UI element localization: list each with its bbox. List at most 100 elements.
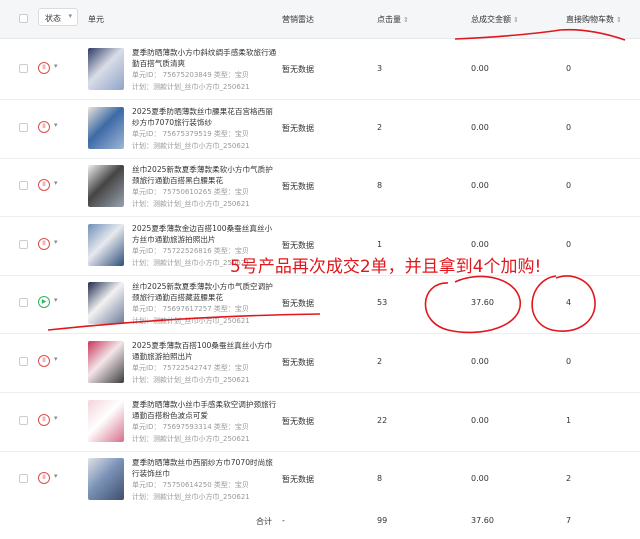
clicks-value: 22 xyxy=(377,415,388,425)
cart-value: 0 xyxy=(566,181,572,191)
gmv-value: 0.00 xyxy=(471,181,489,191)
product-thumbnail[interactable] xyxy=(88,282,124,325)
plan-name: 计划：测款计划_丝巾小方巾_250621 xyxy=(132,434,250,443)
chevron-down-icon[interactable]: ▾ xyxy=(54,414,58,422)
table-row[interactable]: II ▾ 2025夏季防晒薄款丝巾腰果花百宫格西丽纱方巾7070旅行装饰纱 单元ID：… xyxy=(0,99,640,159)
gmv-value: 0.00 xyxy=(471,415,489,425)
sort-icon[interactable]: ⇕ xyxy=(403,16,409,24)
annotation-text: 5号产品再次成交2单，并且拿到4个加购! xyxy=(230,257,542,277)
radar-value: 暂无数据 xyxy=(282,416,314,426)
gmv-value: 0.00 xyxy=(471,474,489,484)
clicks-value: 8 xyxy=(377,474,383,484)
row-checkbox[interactable] xyxy=(19,239,28,249)
gmv-value: 37.60 xyxy=(471,298,494,308)
pause-status-icon[interactable]: II xyxy=(38,413,50,426)
product-title[interactable]: 2025夏季薄款百搭100桑蚕丝真丝小方巾通勤旅游拍照出片 xyxy=(132,340,277,362)
table-row[interactable]: II ▾ 2025夏季薄款百搭100桑蚕丝真丝小方巾通勤旅游拍照出片 单元ID： 75… xyxy=(0,333,640,393)
row-checkbox[interactable] xyxy=(19,298,28,308)
chevron-down-icon[interactable]: ▾ xyxy=(54,121,58,129)
clicks-value: 53 xyxy=(377,298,388,308)
unit-id: 单元ID： 75675203849 类型：宝贝 xyxy=(132,71,249,79)
pause-status-icon[interactable]: II xyxy=(38,237,50,250)
product-thumbnail[interactable] xyxy=(88,458,124,501)
pause-status-icon[interactable]: II xyxy=(38,179,50,192)
chevron-down-icon[interactable]: ▾ xyxy=(54,179,58,187)
gmv-value: 0.00 xyxy=(471,239,489,249)
plan-name: 计划：测款计划_丝巾小方巾_250621 xyxy=(132,83,250,91)
totals-clicks: 99 xyxy=(377,516,388,525)
status-filter-label: 状态 xyxy=(45,14,61,23)
unit-id: 单元ID： 75675379519 类型：宝贝 xyxy=(132,129,249,138)
plan-name: 计划：测款计划_丝巾小方巾_250621 xyxy=(132,376,250,384)
col-header-unit: 单元 xyxy=(88,15,104,24)
row-checkbox[interactable] xyxy=(19,122,28,132)
product-thumbnail[interactable] xyxy=(88,165,124,208)
cart-value: 0 xyxy=(566,64,572,73)
gmv-value: 0.00 xyxy=(471,122,489,132)
product-thumbnail[interactable] xyxy=(88,48,124,90)
row-checkbox[interactable] xyxy=(19,474,28,484)
pause-status-icon[interactable]: II xyxy=(38,355,50,367)
play-status-icon[interactable]: ▶ xyxy=(38,296,50,309)
chevron-down-icon[interactable]: ▾ xyxy=(54,62,58,70)
col-header-clicks[interactable]: 点击量 ⇕ xyxy=(377,14,409,25)
chevron-down-icon[interactable]: ▾ xyxy=(54,296,58,304)
totals-row: 合计 - 99 37.60 7 xyxy=(0,505,640,539)
gmv-value: 0.00 xyxy=(471,64,489,73)
cart-value: 0 xyxy=(566,239,572,249)
select-all-checkbox[interactable] xyxy=(19,14,28,23)
product-title[interactable]: 夏季防晒薄款小丝巾手感柔软空调护颈旅行通勤百搭粉色波点可爱 xyxy=(132,399,277,421)
table-header: 状态 ▾ 单元 营销雷达 点击量 ⇕ 总成交金额 ⇕ 直接购物车数 ⇕ xyxy=(0,0,640,39)
col-header-clicks-label: 点击量 xyxy=(377,15,401,24)
table-row[interactable]: II ▾ 丝巾2025新款夏季薄款柔软小方巾气质护颈旅行通勤百搭黑白腰果花 单元ID：… xyxy=(0,157,640,218)
product-title[interactable]: 2025夏季防晒薄款丝巾腰果花百宫格西丽纱方巾7070旅行装饰纱 xyxy=(132,106,277,128)
chevron-down-icon[interactable]: ▾ xyxy=(54,238,58,246)
row-checkbox[interactable] xyxy=(19,357,28,366)
table-row[interactable]: II ▾ 夏季防晒薄款小方巾斜纹绸手感柔软旅行通勤百搭气质清爽单元ID： 75675… xyxy=(0,40,640,100)
table-row[interactable]: II ▾ 夏季防晒薄款丝巾西丽纱方巾7070时尚旅行装饰丝巾 单元ID： 757506… xyxy=(0,450,640,511)
unit-id: 单元ID： 75697617257 类型：宝贝 xyxy=(132,305,249,314)
sort-icon[interactable]: ⇕ xyxy=(513,16,519,24)
product-thumbnail[interactable] xyxy=(88,341,124,383)
col-header-radar: 营销雷达 xyxy=(282,15,314,24)
radar-value: 暂无数据 xyxy=(282,358,314,367)
col-header-gmv[interactable]: 总成交金额 ⇕ xyxy=(471,14,519,25)
clicks-value: 1 xyxy=(377,239,383,249)
product-thumbnail[interactable] xyxy=(88,106,124,149)
chevron-down-icon: ▾ xyxy=(68,12,72,20)
product-title[interactable]: 丝巾2025新款夏季薄款小方巾气质空调护颈旅行通勤百搭藏蓝腰果花 xyxy=(132,281,277,303)
radar-value: 暂无数据 xyxy=(282,240,314,250)
gmv-value: 0.00 xyxy=(471,357,489,366)
row-checkbox[interactable] xyxy=(19,64,28,73)
table-row[interactable]: ▶ ▾ 丝巾2025新款夏季薄款小方巾气质空调护颈旅行通勤百搭藏蓝腰果花单元ID： … xyxy=(0,274,640,335)
product-title[interactable]: 丝巾2025新款夏季薄款柔软小方巾气质护颈旅行通勤百搭黑白腰果花 xyxy=(132,164,277,186)
row-checkbox[interactable] xyxy=(19,415,28,425)
pause-status-icon[interactable]: II xyxy=(38,120,50,133)
radar-value: 暂无数据 xyxy=(282,182,314,192)
product-title[interactable]: 夏季防晒薄款小方巾斜纹绸手感柔软旅行通勤百搭气质清爽 xyxy=(132,47,277,69)
col-header-cart[interactable]: 直接购物车数 ⇕ xyxy=(566,14,622,25)
cart-value: 2 xyxy=(566,474,572,484)
radar-value: 暂无数据 xyxy=(282,475,314,485)
product-thumbnail[interactable] xyxy=(88,399,124,442)
col-header-gmv-label: 总成交金额 xyxy=(471,15,511,24)
sort-icon[interactable]: ⇕ xyxy=(616,16,622,24)
status-filter-select[interactable]: 状态 ▾ xyxy=(38,8,78,26)
chevron-down-icon[interactable]: ▾ xyxy=(54,472,58,480)
plan-name: 计划：测款计划_丝巾小方巾_250621 xyxy=(132,317,250,326)
plan-name: 计划：测款计划_丝巾小方巾_250621 xyxy=(132,493,250,502)
product-title[interactable]: 2025夏季薄款金边百搭100桑蚕丝真丝小方丝巾通勤旅游拍照出片 xyxy=(132,223,277,245)
clicks-value: 8 xyxy=(377,181,383,191)
unit-id: 单元ID： 75697593314 类型：宝贝 xyxy=(132,422,249,431)
pause-status-icon[interactable]: II xyxy=(38,472,50,485)
table-row[interactable]: II ▾ 夏季防晒薄款小丝巾手感柔软空调护颈旅行通勤百搭粉色波点可爱 单元ID： 75… xyxy=(0,392,640,452)
pause-status-icon[interactable]: II xyxy=(38,62,50,74)
radar-value: 暂无数据 xyxy=(282,299,314,309)
product-title[interactable]: 夏季防晒薄款丝巾西丽纱方巾7070时尚旅行装饰丝巾 xyxy=(132,457,277,479)
totals-cart: 7 xyxy=(566,516,572,525)
clicks-value: 2 xyxy=(377,122,383,132)
product-thumbnail[interactable] xyxy=(88,223,124,266)
row-checkbox[interactable] xyxy=(19,181,28,191)
clicks-value: 2 xyxy=(377,357,383,366)
chevron-down-icon[interactable]: ▾ xyxy=(54,355,58,363)
